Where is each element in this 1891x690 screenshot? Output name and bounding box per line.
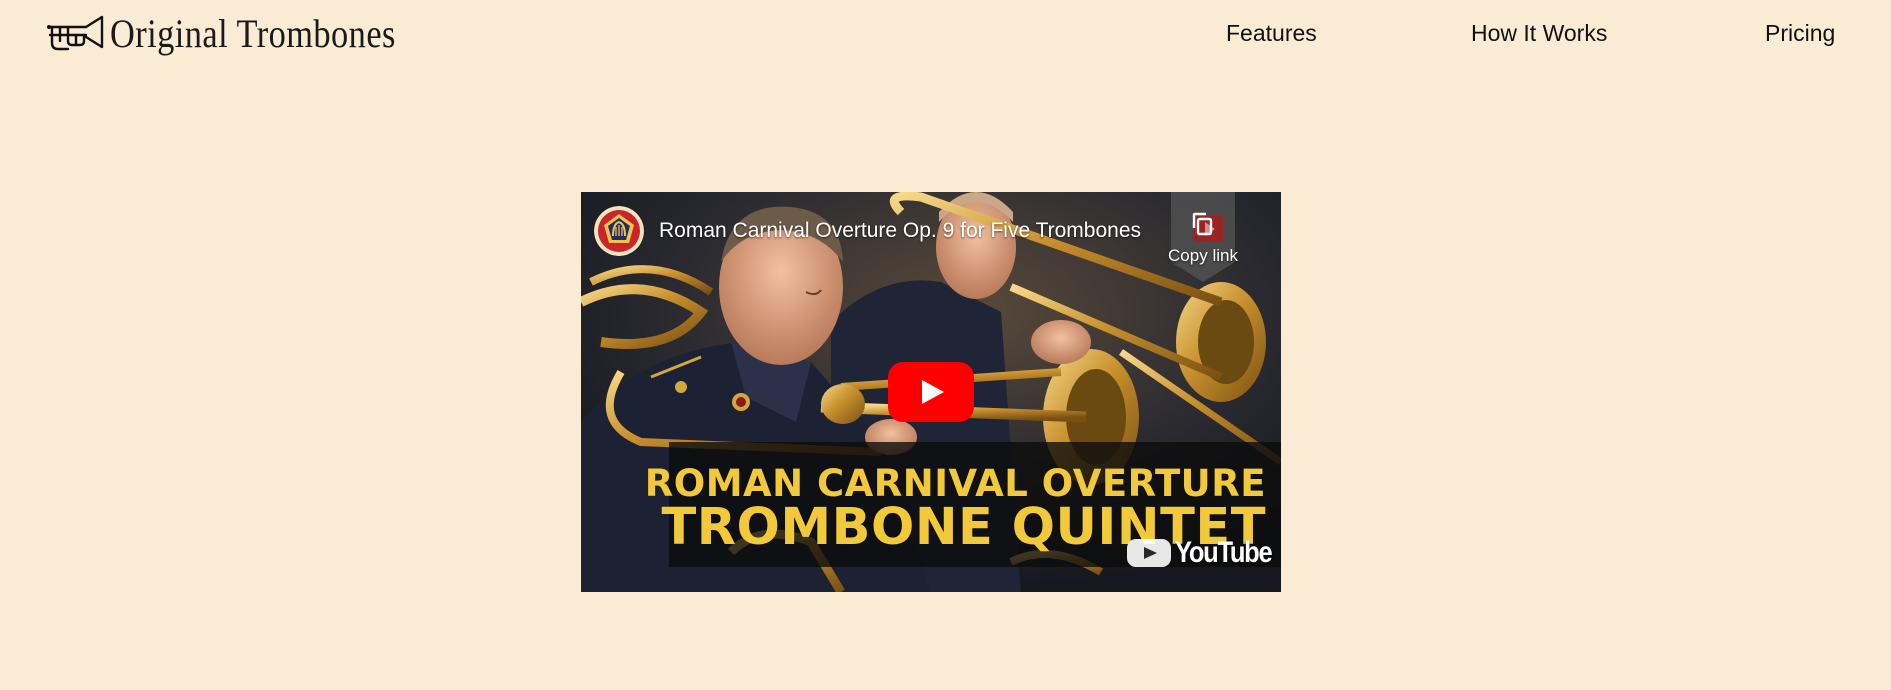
trombone-icon <box>47 15 104 50</box>
brand-name: Original Trombones <box>110 11 396 56</box>
play-icon[interactable] <box>888 362 974 422</box>
youtube-watermark-text: YouTube <box>1175 536 1273 569</box>
brand-logo-link[interactable]: Original Trombones <box>46 10 442 57</box>
youtube-video-embed[interactable]: Roman Carnival Overture Op. 9 for Five T… <box>581 192 1281 592</box>
nav-link-how-it-works[interactable]: How It Works <box>1471 20 1607 47</box>
video-title[interactable]: Roman Carnival Overture Op. 9 for Five T… <box>659 219 1141 243</box>
site-header: Original Trombones Features How It Works… <box>0 0 1891 70</box>
army-band-seal-icon[interactable] <box>594 206 644 256</box>
copy-icon <box>1192 212 1213 236</box>
youtube-logo-icon <box>1127 539 1171 567</box>
copy-link-label: Copy link <box>1168 246 1238 265</box>
youtube-watermark[interactable]: YouTube <box>1127 536 1281 570</box>
nav-link-features[interactable]: Features <box>1226 20 1317 47</box>
copy-link-button[interactable]: Copy link <box>1168 192 1238 282</box>
nav-link-pricing[interactable]: Pricing <box>1765 20 1835 47</box>
